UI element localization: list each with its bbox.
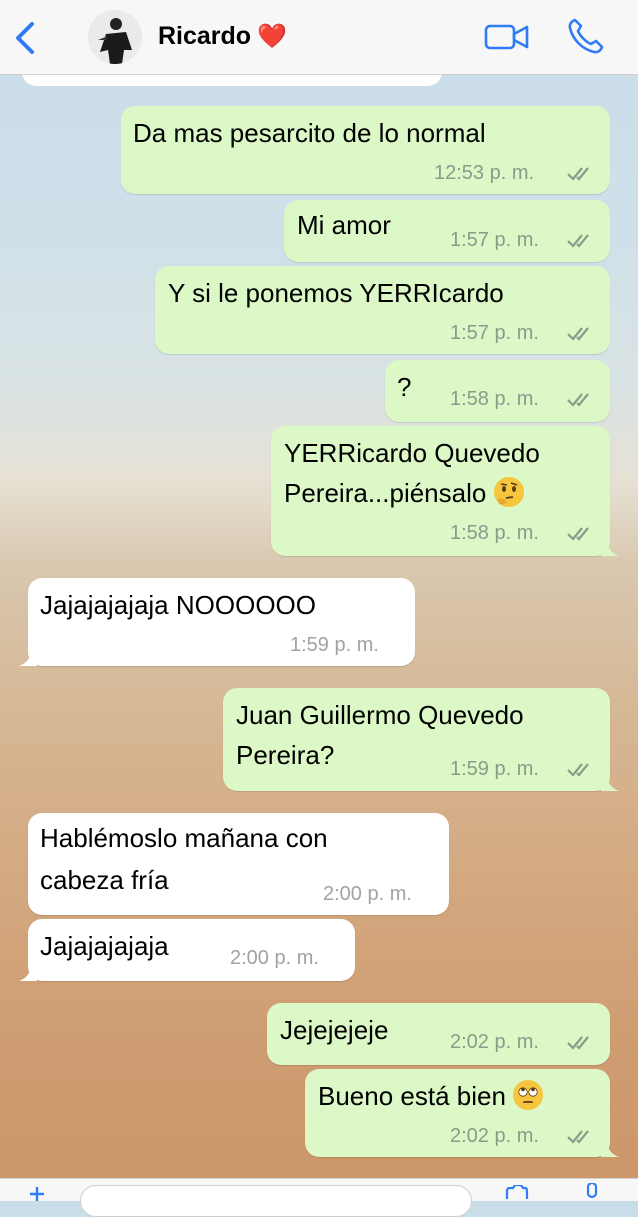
incoming-message[interactable]: Jajajajajaja 2:00 p. m. [19,919,355,981]
outgoing-message[interactable]: Bueno está bien 2:02 p. m. [305,1069,619,1157]
person-silhouette-icon [88,10,142,64]
incoming-message[interactable]: Jajajajajaja NOOOOOO 1:59 p. m. [19,578,415,666]
composer-bar [0,1178,638,1217]
heart-emoji: ❤️ [257,23,287,50]
read-ticks-icon [567,1130,589,1144]
message-time: 12:53 p. m. [434,162,535,184]
message-text: Jejejejeje [280,1015,389,1045]
message-text-line-2: Pereira...piénsalo [284,474,524,512]
outgoing-message[interactable]: Juan Guillermo Quevedo Pereira? 1:59 p. … [223,688,619,791]
message-time: 2:02 p. m. [450,1031,539,1053]
message-time: 1:58 p. m. [450,388,539,410]
video-call-icon[interactable] [484,22,530,52]
outgoing-message[interactable]: YERRicardo Quevedo Pereira...piénsalo 1:… [271,426,619,556]
rolling-eyes-emoji [513,1080,544,1110]
message-text-line-2: Pereira? [236,740,335,770]
outgoing-message[interactable]: Mi amor 1:57 p. m. [284,200,610,262]
bubble-tail [601,1139,619,1157]
back-chevron-icon[interactable] [10,20,40,56]
camera-icon[interactable] [505,1185,529,1199]
contact-name-text: Ricardo [158,22,252,50]
message-input[interactable] [80,1185,472,1217]
thinking-face-icon [494,478,523,506]
message-text: Jajajajajaja [40,931,169,961]
microphone-icon[interactable] [585,1183,599,1201]
outgoing-message[interactable]: ? 1:58 p. m. [385,360,610,422]
message-text: Bueno está bien [318,1081,506,1111]
read-ticks-icon [567,327,589,341]
message-text-line-1: Juan Guillermo Quevedo [236,700,524,730]
incoming-message[interactable]: Hablémoslo mañana con cabeza fría 2:00 p… [28,813,449,915]
message-text-line-1: Hablémoslo mañana con [40,823,328,853]
message-time: 1:57 p. m. [450,322,539,344]
contact-avatar[interactable] [88,10,142,64]
message-time: 2:02 p. m. [450,1125,539,1147]
message-text-line: Bueno está bien [318,1077,544,1115]
thinking-face-emoji [493,477,524,507]
message-time: 2:00 p. m. [323,883,412,905]
message-time: 1:58 p. m. [450,522,539,544]
read-ticks-icon [567,234,589,248]
face-with-rolling-eyes-icon [514,1081,543,1109]
chat-header: Ricardo ❤️ [0,0,638,75]
read-ticks-icon [567,1036,589,1050]
read-ticks-icon [567,393,589,407]
outgoing-message[interactable]: Jejejejeje 2:02 p. m. [267,1003,610,1065]
message-time: 1:59 p. m. [450,758,539,780]
message-text: ? [397,372,412,402]
read-ticks-icon [567,527,589,541]
bubble-tail [19,963,37,981]
message-time: 1:57 p. m. [450,229,539,251]
outgoing-message[interactable]: Y si le ponemos YERRIcardo 1:57 p. m. [155,266,610,354]
read-ticks-icon [567,167,589,181]
message-time: 1:59 p. m. [290,634,379,656]
outgoing-message[interactable]: Da mas pesarcito de lo normal 12:53 p. m… [121,106,610,194]
message-text-line-2: cabeza fría [40,865,169,895]
contact-name[interactable]: Ricardo ❤️ [158,22,287,51]
message-time: 2:00 p. m. [230,947,319,969]
message-text: Pereira...piénsalo [284,478,487,508]
message-text-line-1: YERRicardo Quevedo [284,438,540,468]
message-text: Da mas pesarcito de lo normal [133,118,486,148]
bubble-tail [601,773,619,791]
plus-icon[interactable] [30,1187,44,1201]
bubble-tail [19,648,37,666]
message-text: Jajajajajaja NOOOOOO [40,590,316,620]
message-text: Y si le ponemos YERRIcardo [168,278,504,308]
read-ticks-icon [567,763,589,777]
phone-call-icon[interactable] [566,16,606,56]
message-text: Mi amor [297,210,391,240]
bubble-tail [601,538,619,556]
